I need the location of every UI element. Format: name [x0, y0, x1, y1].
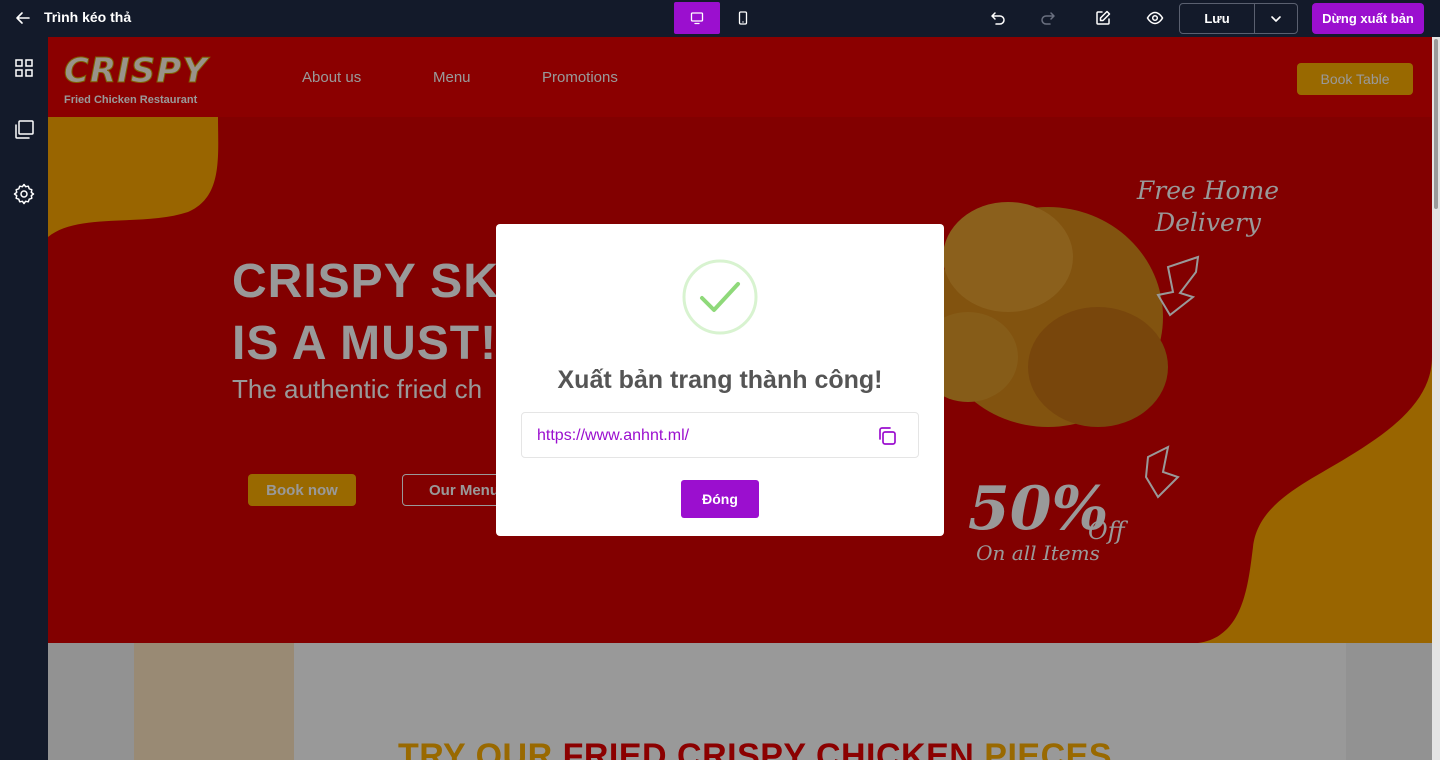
- desktop-view-button[interactable]: [674, 2, 720, 34]
- published-url-field[interactable]: https://www.anhnt.ml/: [521, 412, 919, 458]
- edit-button[interactable]: [1091, 6, 1115, 30]
- published-url-link[interactable]: https://www.anhnt.ml/: [537, 427, 689, 445]
- check-circle-icon: [682, 259, 758, 335]
- close-button[interactable]: Đóng: [681, 480, 759, 518]
- stop-publish-button[interactable]: Dừng xuất bản: [1312, 3, 1424, 34]
- eye-icon: [1146, 11, 1164, 25]
- copy-icon[interactable]: [876, 425, 898, 447]
- settings-gear-icon[interactable]: [12, 182, 36, 206]
- editor-topbar: Trình kéo thả Lưu Dừng xuất bản: [0, 0, 1440, 37]
- redo-button[interactable]: [1036, 6, 1060, 30]
- modal-title: Xuất bản trang thành công!: [557, 366, 883, 394]
- edit-icon: [1096, 10, 1111, 25]
- mobile-view-button[interactable]: [720, 2, 766, 34]
- save-button[interactable]: Lưu: [1179, 3, 1255, 34]
- undo-button[interactable]: [986, 6, 1010, 30]
- canvas-scrollbar-thumb[interactable]: [1434, 39, 1438, 209]
- redo-icon: [1041, 12, 1055, 25]
- save-options-dropdown[interactable]: [1254, 3, 1298, 34]
- chevron-down-icon: [1271, 15, 1281, 22]
- editor-sidebar: [0, 37, 48, 760]
- editor-title: Trình kéo thả: [44, 9, 132, 25]
- arrow-left-icon[interactable]: [14, 9, 32, 27]
- undo-icon: [991, 12, 1005, 25]
- desktop-icon: [690, 12, 704, 25]
- preview-button[interactable]: [1143, 6, 1167, 30]
- blocks-icon[interactable]: [12, 56, 36, 80]
- pages-icon[interactable]: [12, 118, 36, 142]
- publish-success-modal: Xuất bản trang thành công! https://www.a…: [496, 224, 944, 536]
- mobile-icon: [738, 11, 748, 25]
